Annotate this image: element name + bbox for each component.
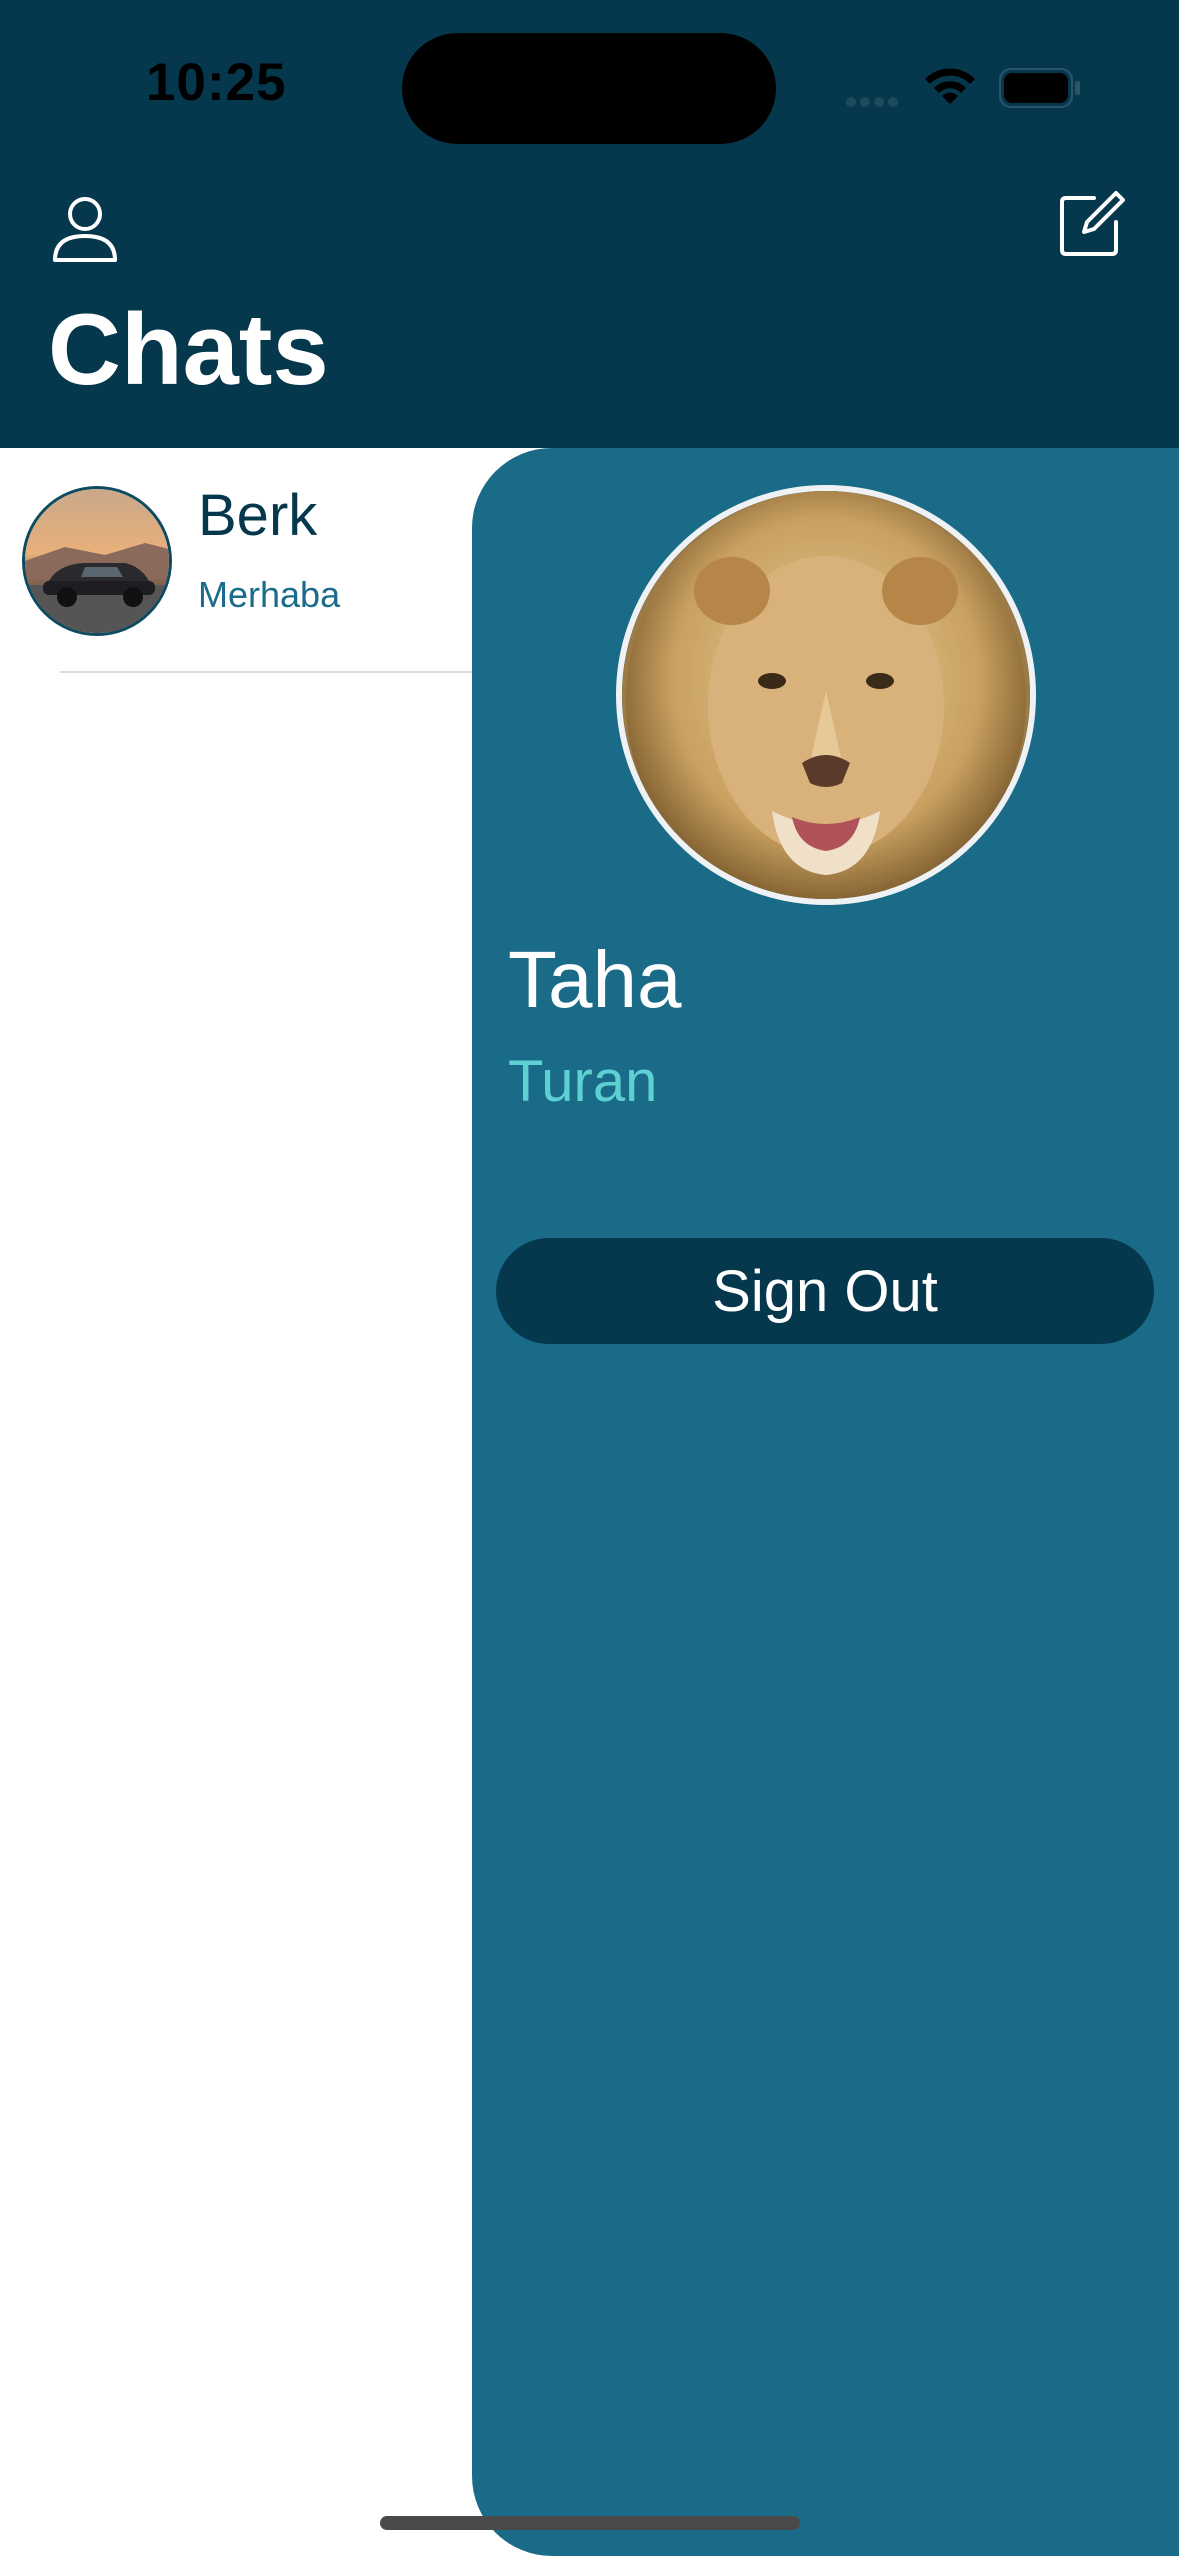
drawer-avatar xyxy=(616,485,1036,905)
battery-icon xyxy=(999,68,1080,108)
sign-out-button[interactable]: Sign Out xyxy=(496,1238,1154,1344)
chat-last-message: Merhaba xyxy=(198,574,341,615)
drawer-first-name: Taha xyxy=(508,935,682,1024)
signal-icon xyxy=(846,94,904,107)
wifi-icon xyxy=(925,68,975,104)
status-time: 10:25 xyxy=(146,53,287,112)
home-indicator[interactable] xyxy=(380,2516,800,2530)
page-title: Chats xyxy=(48,294,329,406)
chat-avatar xyxy=(22,486,172,636)
navigation-header: 10:25 Chats xyxy=(0,0,1179,448)
chat-contact-name: Berk xyxy=(198,483,318,548)
compose-button[interactable] xyxy=(1054,188,1126,260)
drawer-last-name: Turan xyxy=(508,1049,658,1114)
dynamic-island xyxy=(402,33,776,144)
profile-button[interactable] xyxy=(50,194,120,264)
